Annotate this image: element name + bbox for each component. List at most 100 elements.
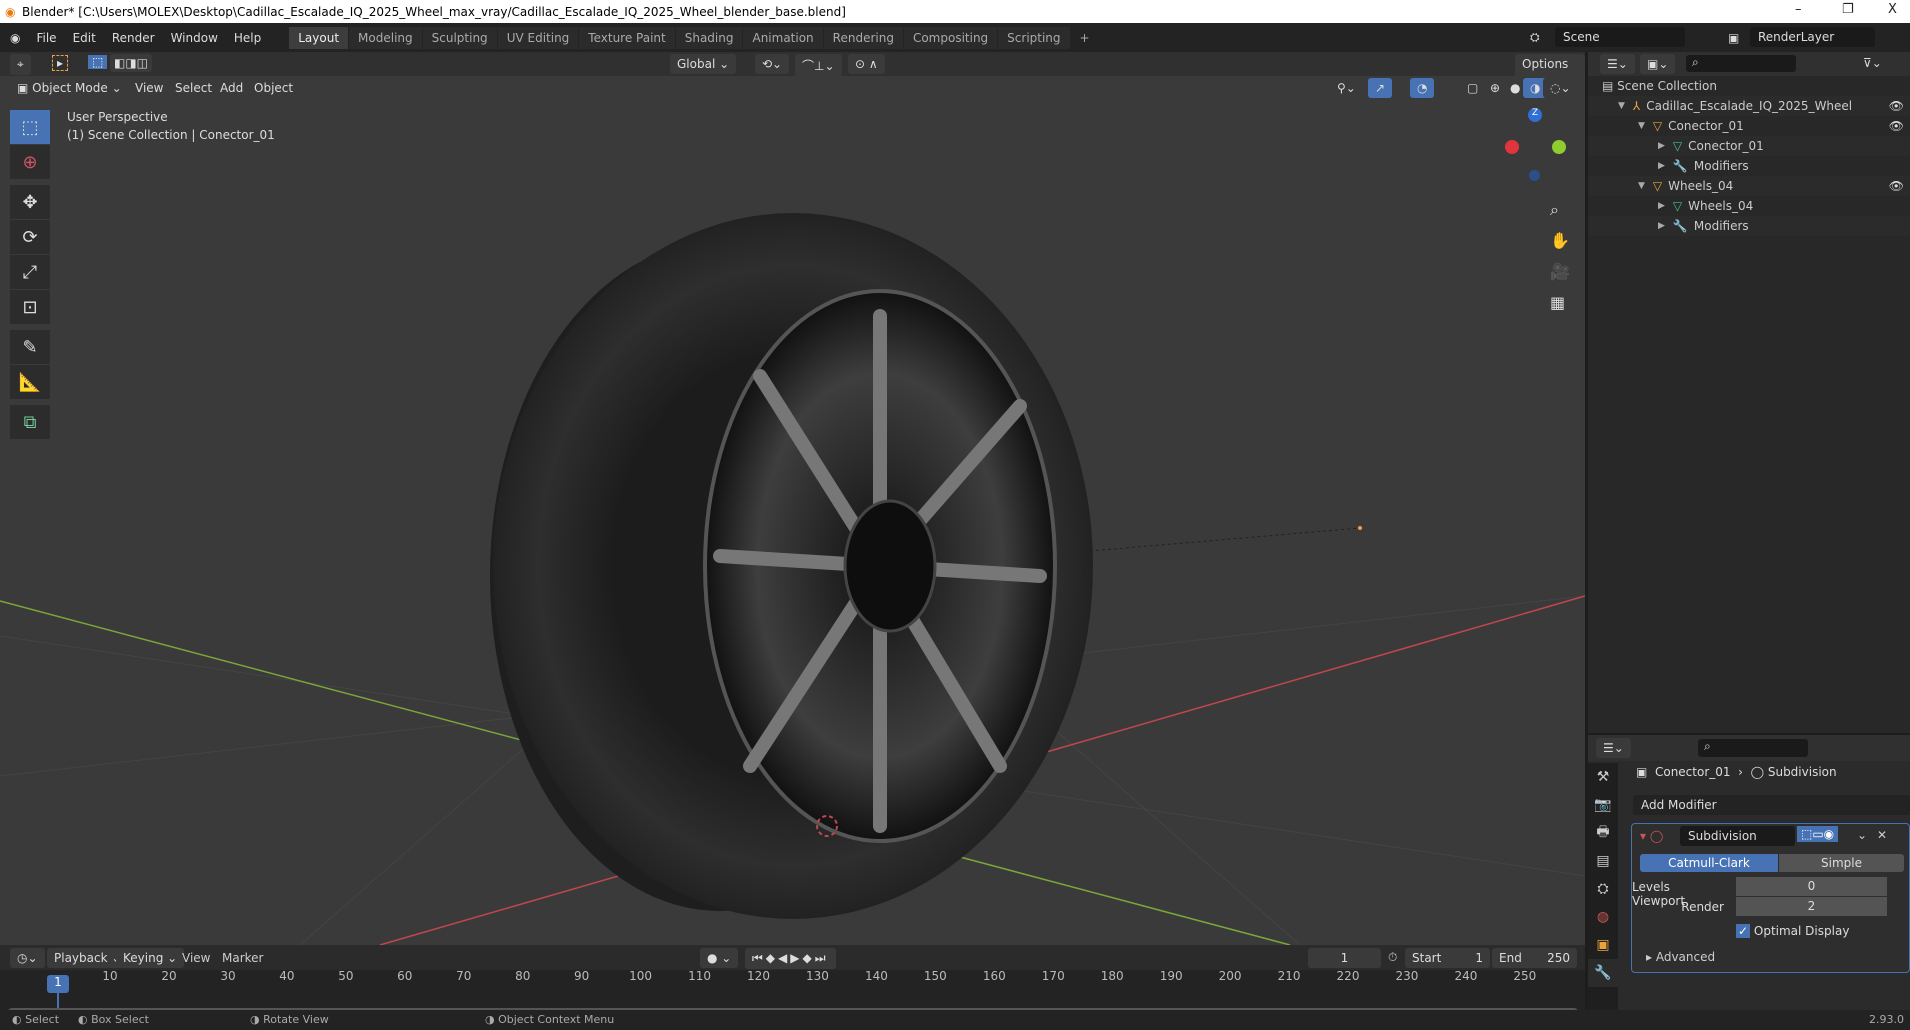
tab-compositing[interactable]: Compositing bbox=[903, 26, 998, 49]
outliner-row[interactable]: ▶ 🔧 Modifiers bbox=[1588, 156, 1910, 176]
select-box-icon[interactable]: ⬚ bbox=[10, 110, 50, 144]
menu-render[interactable]: Render bbox=[104, 31, 163, 45]
outliner-search-input[interactable]: ⌕ bbox=[1686, 55, 1796, 72]
menu-add[interactable]: Add bbox=[213, 78, 251, 98]
display-mode-icon[interactable]: ☰⌄ bbox=[1600, 54, 1635, 74]
menu-view[interactable]: View bbox=[128, 78, 171, 98]
tab-sculpting[interactable]: Sculpting bbox=[422, 26, 497, 49]
modifier-name-input[interactable]: Subdivision bbox=[1680, 826, 1795, 846]
blender-menu-icon[interactable]: ◉ bbox=[10, 31, 20, 45]
outliner-row[interactable]: ▶ ▽ Conector_01 bbox=[1588, 136, 1910, 156]
tool-tab-icon[interactable]: ⚒ bbox=[1588, 763, 1618, 791]
outliner-row[interactable]: ▶ ▽ Wheels_04 bbox=[1588, 196, 1910, 216]
menu-select[interactable]: Select bbox=[168, 78, 220, 98]
editor-type-icon[interactable]: ☰⌄ bbox=[1596, 738, 1631, 758]
outliner-row[interactable]: ▼ ▽ Wheels_04 👁 bbox=[1588, 176, 1910, 196]
select-mode-extend-icon[interactable]: ◧◨◫ bbox=[110, 54, 153, 72]
properties-search-input[interactable]: ⌕ bbox=[1698, 739, 1808, 757]
editor-type-icon[interactable]: ⌖ bbox=[10, 54, 31, 75]
modifier-expand-icon[interactable]: ▾ ◯ bbox=[1640, 829, 1663, 843]
add-cube-tool-icon[interactable]: ⧉ bbox=[10, 405, 50, 439]
xray-icon[interactable]: ▢ bbox=[1460, 78, 1486, 98]
playhead[interactable]: 1 bbox=[47, 975, 69, 993]
tab-layout[interactable]: Layout bbox=[289, 26, 349, 49]
annotate-tool-icon[interactable]: ✎ bbox=[10, 330, 50, 364]
expand-arrow-icon[interactable]: ▼ bbox=[1638, 181, 1645, 191]
expand-arrow-icon[interactable]: ▶ bbox=[1658, 221, 1665, 231]
gizmo-z-axis[interactable]: Z bbox=[1528, 108, 1542, 122]
3d-viewport[interactable]: User Perspective (1) Scene Collection | … bbox=[0, 76, 1585, 945]
scene-tab-icon[interactable]: ⛭ bbox=[1588, 875, 1618, 903]
shading-rendered-icon[interactable]: ◌⌄ bbox=[1543, 78, 1578, 98]
menu-object[interactable]: Object bbox=[247, 78, 301, 98]
eye-icon[interactable]: 👁 bbox=[1889, 179, 1904, 193]
gizmo-toggle-icon[interactable]: ↗ bbox=[1368, 78, 1393, 98]
modifier-tab-icon[interactable]: 🔧 bbox=[1588, 959, 1618, 987]
tab-uv-editing[interactable]: UV Editing bbox=[497, 26, 579, 49]
select-tool-icon[interactable]: ▸ bbox=[52, 55, 69, 71]
zoom-icon[interactable]: ⌕ bbox=[1550, 194, 1570, 225]
tab-texture-paint[interactable]: Texture Paint bbox=[579, 26, 675, 49]
menu-edit[interactable]: Edit bbox=[65, 31, 104, 45]
catmull-clark-tab[interactable]: Catmull-Clark bbox=[1640, 854, 1778, 872]
tab-rendering[interactable]: Rendering bbox=[823, 26, 903, 49]
overlay-toggle-icon[interactable]: ◔ bbox=[1410, 78, 1435, 98]
frame-ruler[interactable]: 10 20 30 40 50 60 70 80 90 100 110 120 130 140 150 160 1… bbox=[0, 937, 1585, 997]
gizmo-neg-z-axis[interactable] bbox=[1529, 170, 1540, 181]
filter-icon[interactable]: ⊽⌄ bbox=[1863, 56, 1882, 70]
menu-file[interactable]: File bbox=[28, 31, 64, 45]
scene-selector[interactable]: Scene bbox=[1555, 27, 1685, 47]
eye-icon[interactable]: 👁 bbox=[1889, 119, 1904, 133]
render-tab-icon[interactable]: 📷 bbox=[1588, 791, 1618, 819]
ortho-grid-icon[interactable]: ▦ bbox=[1550, 287, 1570, 318]
simple-tab[interactable]: Simple bbox=[1779, 854, 1904, 872]
advanced-subpanel[interactable]: ▸ Advanced bbox=[1646, 950, 1715, 964]
render-levels-field[interactable]: 2 bbox=[1736, 897, 1887, 916]
add-modifier-dropdown[interactable]: Add Modifier bbox=[1633, 795, 1910, 815]
tab-animation[interactable]: Animation bbox=[743, 26, 823, 49]
modifier-remove-icon[interactable]: ✕ bbox=[1877, 828, 1887, 842]
transform-tool-icon[interactable]: ⊡ bbox=[10, 290, 50, 324]
expand-arrow-icon[interactable]: ▶ bbox=[1658, 141, 1665, 151]
modifier-menu-icon[interactable]: ⌄ bbox=[1857, 828, 1867, 842]
tab-shading[interactable]: Shading bbox=[675, 26, 743, 49]
expand-arrow-icon[interactable]: ▼ bbox=[1618, 101, 1625, 111]
tab-modeling[interactable]: Modeling bbox=[349, 26, 422, 49]
expand-arrow-icon[interactable]: ▼ bbox=[1638, 121, 1645, 131]
modifier-toggles[interactable]: ⬚▭◉ bbox=[1797, 826, 1839, 842]
proportional-edit-icon[interactable]: ⊙ ∧ bbox=[848, 54, 885, 74]
rotate-tool-icon[interactable]: ⟳ bbox=[10, 220, 50, 254]
expand-arrow-icon[interactable]: ▶ bbox=[1658, 201, 1665, 211]
expand-arrow-icon[interactable]: ▶ bbox=[1658, 161, 1665, 171]
outliner-row[interactable]: ▼ ⅄ Cadillac_Escalade_IQ_2025_Wheel 👁 bbox=[1588, 96, 1910, 116]
tab-scripting[interactable]: Scripting bbox=[998, 26, 1070, 49]
view-layer-selector[interactable]: RenderLayer bbox=[1750, 27, 1875, 47]
camera-icon[interactable]: 🎥 bbox=[1550, 256, 1570, 287]
pivot-icon[interactable]: ⟲⌄ bbox=[755, 54, 790, 74]
move-tool-icon[interactable]: ✥ bbox=[10, 185, 50, 219]
visibility-icon[interactable]: ⚲⌄ bbox=[1330, 78, 1363, 98]
pan-hand-icon[interactable]: ✋ bbox=[1550, 225, 1570, 256]
select-mode-new-icon[interactable]: ⬚ bbox=[88, 55, 108, 69]
scene-collection-row[interactable]: ▤ Scene Collection bbox=[1588, 76, 1910, 96]
mode-dropdown[interactable]: ▣ Object Mode ⌄ bbox=[10, 78, 129, 98]
gizmo-y-axis[interactable] bbox=[1552, 140, 1566, 154]
levels-viewport-field[interactable]: 0 bbox=[1736, 877, 1887, 896]
navigation-gizmo[interactable]: Z bbox=[1500, 108, 1570, 181]
output-tab-icon[interactable]: 🖶 bbox=[1588, 819, 1618, 847]
measure-tool-icon[interactable]: 📐 bbox=[10, 365, 50, 399]
eye-icon[interactable]: 👁 bbox=[1889, 99, 1904, 113]
add-workspace-button[interactable]: + bbox=[1071, 27, 1099, 49]
cursor-tool-icon[interactable]: ⊕ bbox=[10, 145, 50, 179]
outliner-row[interactable]: ▶ 🔧 Modifiers bbox=[1588, 216, 1910, 236]
transform-orientation-dropdown[interactable]: Global ⌄ bbox=[670, 54, 737, 74]
snap-icon[interactable]: ⌒⊥⌄ bbox=[795, 54, 842, 77]
menu-window[interactable]: Window bbox=[163, 31, 226, 45]
optimal-display-checkbox[interactable]: ✓ Optimal Display bbox=[1736, 924, 1849, 938]
menu-help[interactable]: Help bbox=[226, 31, 269, 45]
close-button[interactable]: X bbox=[1888, 2, 1897, 17]
maximize-button[interactable]: ❐ bbox=[1842, 2, 1854, 17]
view-layer-tab-icon[interactable]: ▤ bbox=[1588, 847, 1618, 875]
filter-view-layer-icon[interactable]: ▣⌄ bbox=[1640, 54, 1676, 74]
outliner-row[interactable]: ▼ ▽ Conector_01 👁 bbox=[1588, 116, 1910, 136]
